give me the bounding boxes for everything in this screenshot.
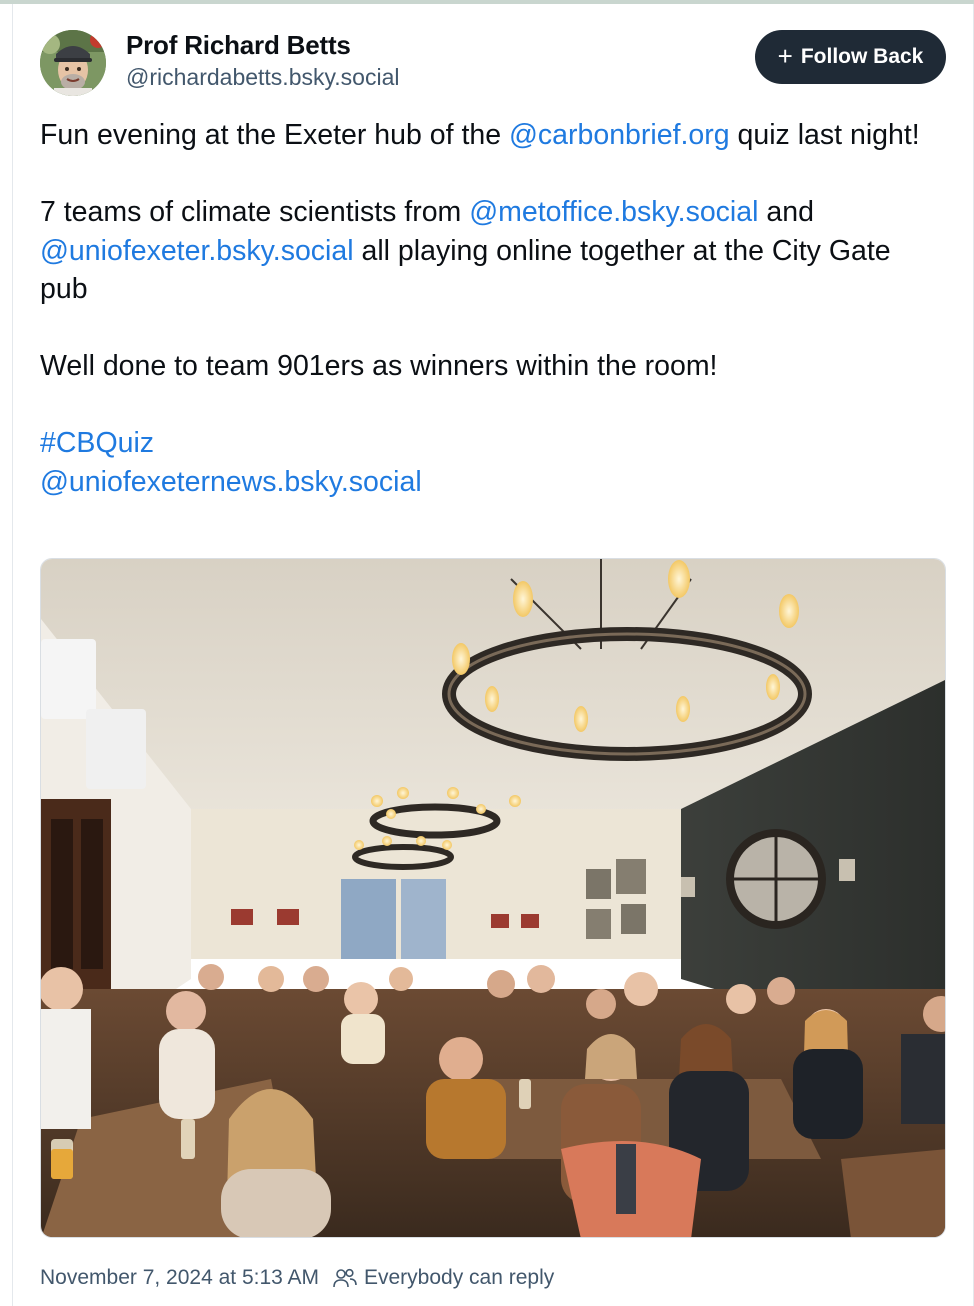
plus-icon: + <box>777 40 793 71</box>
text-segment: quiz last night! <box>729 119 920 151</box>
pub-group-photo <box>41 559 945 1237</box>
post-paragraph-1: Fun evening at the Exeter hub of the @ca… <box>40 116 930 155</box>
hashtag-link[interactable]: #CBQuiz <box>40 427 154 459</box>
mention-link[interactable]: @uniofexeter.bsky.social <box>40 235 354 267</box>
post-image[interactable] <box>40 558 946 1238</box>
follow-back-button[interactable]: + Follow Back <box>755 30 946 84</box>
post-paragraph-3: Well done to team 901ers as winners with… <box>40 350 718 382</box>
post-paragraph-2: 7 teams of climate scientists from @meto… <box>40 193 930 309</box>
post-footer: November 7, 2024 at 5:13 AM Everybody ca… <box>40 1263 554 1293</box>
reply-setting-label: Everybody can reply <box>364 1266 555 1289</box>
reply-setting[interactable]: Everybody can reply <box>333 1266 554 1290</box>
text-segment: and <box>758 196 814 228</box>
post-timestamp[interactable]: November 7, 2024 at 5:13 AM <box>40 1266 319 1290</box>
mention-link[interactable]: @uniofexeternews.bsky.social <box>40 466 422 498</box>
text-segment: 7 teams of climate scientists from <box>40 196 470 228</box>
mention-link[interactable]: @metoffice.bsky.social <box>469 196 758 228</box>
author-avatar[interactable] <box>40 30 106 96</box>
follow-back-label: Follow Back <box>800 45 924 68</box>
people-icon <box>333 1268 357 1288</box>
mention-link[interactable]: @carbonbrief.org <box>509 119 730 151</box>
author-display-name[interactable]: Prof Richard Betts <box>126 30 351 61</box>
text-segment: Fun evening at the Exeter hub of the <box>40 119 509 151</box>
author-handle[interactable]: @richardabetts.bsky.social <box>126 64 399 91</box>
avatar-image <box>40 30 106 96</box>
post-body: Fun evening at the Exeter hub of the @ca… <box>40 116 930 501</box>
